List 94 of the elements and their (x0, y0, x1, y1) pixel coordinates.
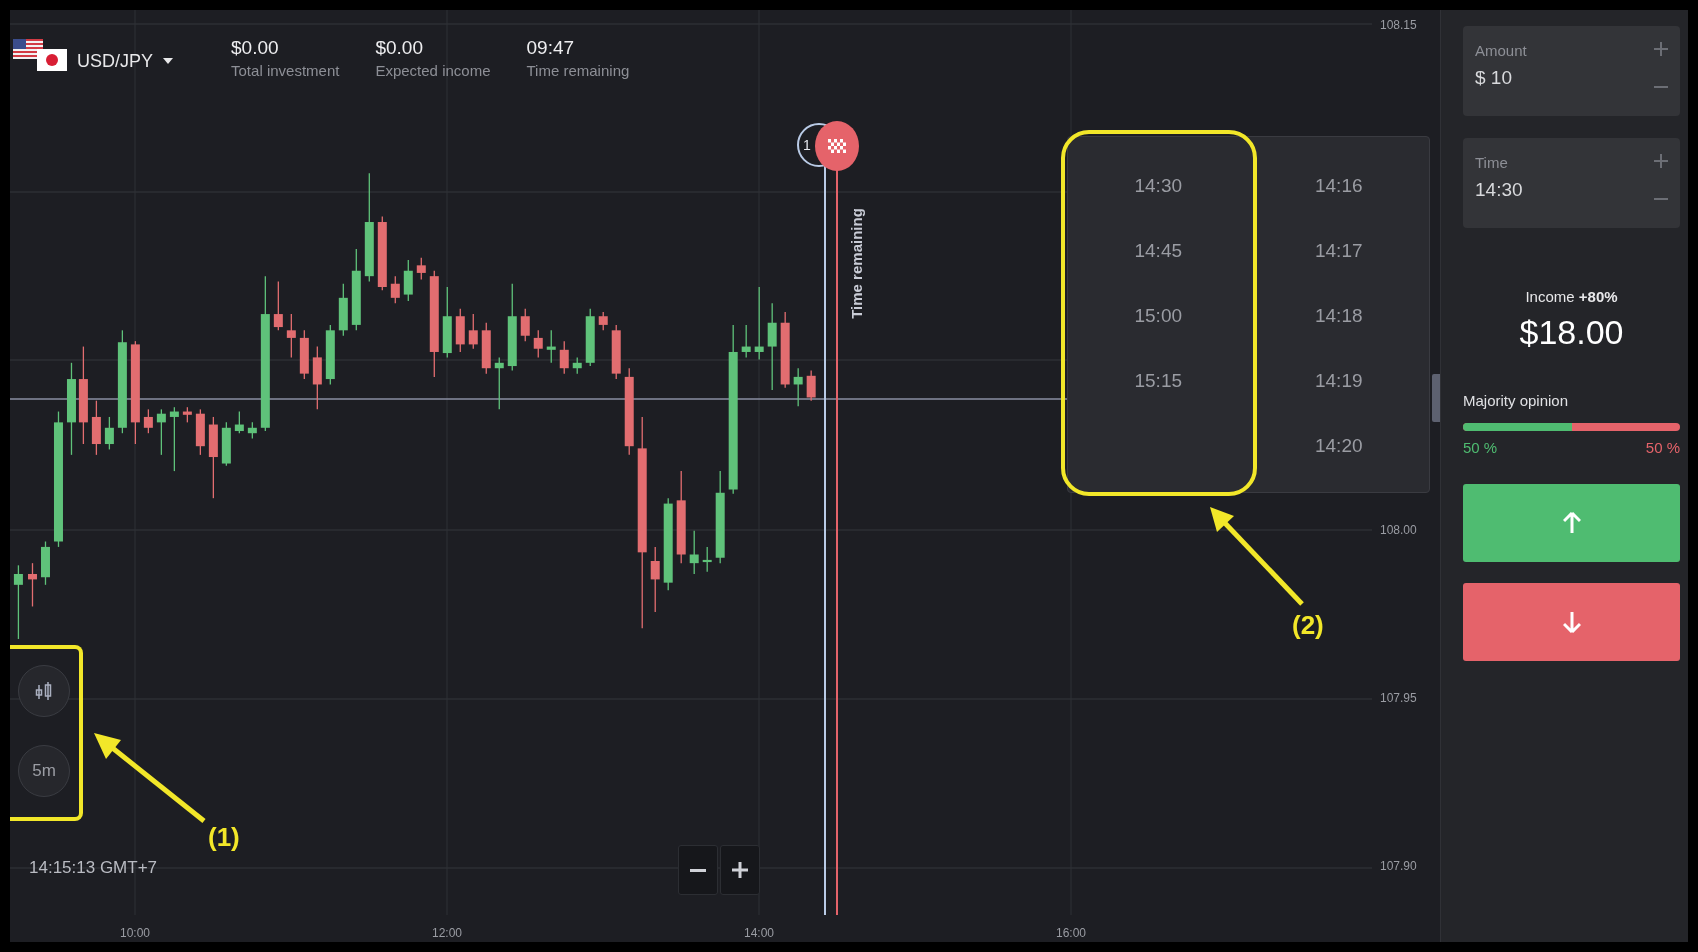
time-option[interactable]: 15:00 (1120, 283, 1196, 348)
plus-icon[interactable] (1654, 154, 1668, 168)
arrow-down-icon (1562, 611, 1581, 633)
time-option[interactable]: 14:20 (1300, 413, 1377, 478)
stat-value: 09:47 (526, 36, 576, 60)
interval-button[interactable]: 5m (18, 745, 70, 797)
candlestick (221, 421, 231, 467)
zoom-out-button[interactable] (678, 845, 718, 895)
stat-value: $0.00 (375, 36, 424, 60)
time-option[interactable]: 14:17 (1300, 218, 1377, 283)
axis-label: 16:00 (1055, 926, 1087, 940)
zoom-in-button[interactable] (720, 845, 760, 895)
input-field[interactable]: Time 14:30 (1463, 138, 1680, 228)
flags-icon (13, 39, 67, 71)
up-percentage: 50 % (1463, 439, 1498, 456)
candlestick (338, 283, 348, 337)
income-amount: $18.00 (1519, 313, 1624, 352)
candlestick (143, 408, 153, 434)
candlestick (520, 308, 530, 342)
time-option[interactable]: 14:19 (1300, 348, 1377, 413)
time-option[interactable]: 14:16 (1300, 153, 1377, 218)
time-remaining-label: Time remaining (847, 207, 865, 321)
candlestick (299, 329, 309, 380)
candlestick (650, 546, 660, 613)
field-value: 14:30 (1475, 179, 1523, 201)
stat-label: Expected income (375, 61, 491, 81)
candlestick (403, 259, 413, 302)
plus-icon[interactable] (1654, 42, 1668, 56)
candlestick (598, 311, 608, 331)
candlestick (806, 369, 816, 402)
candlestick (247, 421, 257, 440)
axis-label: 14:00 (743, 926, 775, 940)
time-option[interactable]: 14:45 (1120, 218, 1196, 283)
arrow-up-icon (1562, 512, 1581, 534)
axis-label: 10:00 (119, 926, 151, 940)
candlestick (286, 313, 296, 359)
candlestick (559, 340, 569, 375)
stat-value: $0.00 (231, 36, 280, 60)
candlestick (156, 408, 166, 456)
candlestick (455, 308, 465, 353)
candlestick (234, 410, 244, 434)
input-field[interactable]: Amount $ 10 (1463, 26, 1680, 116)
candlestick (689, 530, 699, 575)
candlestick (793, 367, 803, 407)
candlestick (546, 329, 556, 364)
axis-label: 12:00 (431, 926, 463, 940)
plus-icon (732, 862, 748, 878)
candlestick (182, 406, 192, 423)
time-option[interactable]: 14:18 (1300, 283, 1377, 348)
candlestick (741, 324, 751, 359)
candlestick-icon (35, 681, 53, 701)
candlestick (572, 356, 582, 375)
clock-label: 14:15:13 GMT+7 (29, 858, 158, 878)
candlestick (28, 562, 37, 608)
axis-label: 108.15 (1380, 18, 1417, 32)
candlestick (533, 329, 543, 359)
down-percentage: 50 % (1645, 439, 1680, 456)
candlestick (585, 308, 595, 367)
stat-label: Time remaining (526, 61, 630, 81)
candlestick (91, 400, 101, 456)
trade-count: 1 (803, 137, 811, 153)
annotation-label: (1) (208, 822, 240, 853)
time-option[interactable]: 15:15 (1120, 348, 1196, 413)
candlestick (390, 275, 400, 304)
panel-handle[interactable] (1432, 374, 1440, 422)
candlestick (325, 324, 335, 386)
candlestick (416, 257, 426, 281)
candlestick (312, 345, 322, 410)
caret-icon (163, 58, 174, 64)
candlestick (41, 540, 50, 586)
candlestick (195, 408, 205, 456)
majority-title: Majority opinion (1463, 392, 1570, 409)
field-label: Time (1475, 154, 1509, 171)
candlestick (481, 322, 491, 375)
candlestick (468, 313, 478, 350)
candlestick (169, 406, 179, 472)
axis-label: 108.00 (1380, 523, 1417, 537)
axis-label: 107.90 (1380, 859, 1417, 873)
axis-label: 107.95 (1380, 691, 1417, 705)
candlestick (494, 356, 504, 410)
stat-label: Total investment (231, 61, 340, 81)
candlestick (702, 546, 712, 573)
chart-type-button[interactable] (18, 665, 70, 717)
candlestick (273, 280, 283, 331)
time-option[interactable]: 14:30 (1120, 153, 1196, 218)
income-label: Income +80% (1525, 288, 1618, 305)
field-label: Amount (1475, 42, 1527, 59)
field-value: $ 10 (1475, 67, 1513, 89)
annotation-label: (2) (1292, 610, 1324, 641)
checkered-flag-icon (828, 139, 846, 153)
minus-icon (690, 868, 706, 872)
candlestick (104, 416, 114, 451)
pair-selector[interactable]: USD/JPY (77, 50, 174, 72)
candlestick (611, 324, 621, 380)
